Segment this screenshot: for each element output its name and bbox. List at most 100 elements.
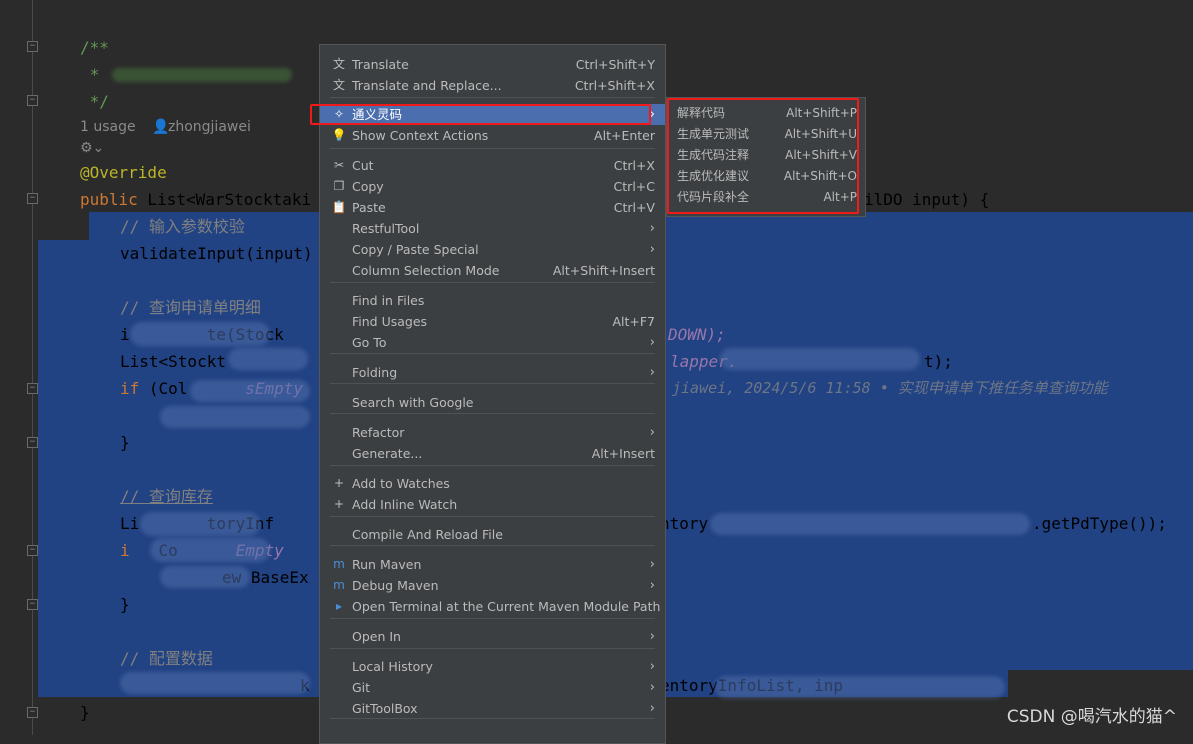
fold-icon[interactable]: −	[27, 193, 38, 204]
menu-item-refactor[interactable]: Refactor ›	[320, 422, 665, 443]
menu-item-label: Find Usages	[352, 314, 428, 329]
menu-item-label: Compile And Reload File	[352, 527, 503, 542]
menu-item-label: GitToolBox	[352, 701, 418, 716]
code-line: DOWN);	[668, 325, 726, 344]
menu-item-open-in[interactable]: Open In ›	[320, 626, 665, 647]
menu-item-git[interactable]: Git ›	[320, 677, 665, 698]
copy-icon: ❐	[333, 179, 345, 193]
menu-item-label: Translate	[352, 57, 409, 72]
blurred-text	[710, 513, 1030, 535]
menu-item-column-selection-mode[interactable]: Column Selection Mode Alt+Shift+Insert	[320, 260, 665, 281]
shortcut-label: Alt+Shift+Insert	[552, 263, 655, 278]
menu-separator	[330, 282, 655, 283]
menu-item-add-inline-watch[interactable]: + Add Inline Watch	[320, 494, 665, 515]
menu-item-gittoolbox[interactable]: GitToolBox ›	[320, 698, 665, 719]
menu-item-open-terminal-at-the-current-maven-module-path[interactable]: ▸ Open Terminal at the Current Maven Modu…	[320, 596, 665, 617]
menu-item-restfultool[interactable]: RestfulTool ›	[320, 218, 665, 239]
fold-icon[interactable]: −	[27, 707, 38, 718]
menu-item-local-history[interactable]: Local History ›	[320, 656, 665, 677]
fold-icon[interactable]: −	[27, 95, 38, 106]
blurred-text	[720, 348, 920, 370]
menu-item-label: Find in Files	[352, 293, 425, 308]
author-icon: 👤	[152, 119, 170, 135]
comment: // 查询申请单明细	[120, 298, 261, 317]
paste-icon: 📋	[331, 200, 347, 214]
menu-item-compile-and-reload-file[interactable]: Compile And Reload File	[320, 524, 665, 545]
fold-icon[interactable]: −	[27, 383, 38, 394]
menu-item-label: Add Inline Watch	[352, 497, 458, 512]
menu-item-generate[interactable]: Generate... Alt+Insert	[320, 443, 665, 464]
menu-item-cut[interactable]: ✂ Cut Ctrl+X	[320, 155, 665, 176]
chevron-right-icon: ›	[649, 425, 655, 440]
menu-item-label: Folding	[352, 365, 398, 380]
comment: // 配置数据	[120, 649, 213, 668]
menu-item-label: Translate and Replace...	[352, 78, 502, 93]
shortcut-label: Ctrl+C	[613, 179, 655, 194]
menu-item-folding[interactable]: Folding ›	[320, 362, 665, 383]
menu-item-label: Debug Maven	[352, 578, 439, 593]
chevron-right-icon: ›	[649, 242, 655, 257]
annotation-box	[667, 98, 859, 214]
menu-item-label: Generate...	[352, 446, 423, 461]
code-text: List<WarStocktaki	[137, 190, 312, 209]
watermark: CSDN @喝汽水的猫^	[1006, 707, 1177, 727]
menu-item-paste[interactable]: 📋 Paste Ctrl+V	[320, 197, 665, 218]
blurred-text	[150, 538, 270, 562]
menu-item-translate-and-replace[interactable]: 文 Translate and Replace... Ctrl+Shift+X	[320, 75, 665, 96]
comment: // 查询库存	[120, 487, 213, 506]
menu-item-label: Run Maven	[352, 557, 422, 572]
menu-item-add-to-watches[interactable]: + Add to Watches	[320, 473, 665, 494]
blurred-text	[160, 406, 310, 428]
menu-item-run-maven[interactable]: m Run Maven ›	[320, 554, 665, 575]
menu-item-label: Paste	[352, 200, 386, 215]
comment: // 输入参数校验	[120, 217, 245, 236]
chevron-right-icon: ›	[649, 557, 655, 572]
menu-item-label: Column Selection Mode	[352, 263, 500, 278]
menu-item-go-to[interactable]: Go To ›	[320, 332, 665, 353]
fold-icon[interactable]: −	[27, 437, 38, 448]
menu-item-label: Show Context Actions	[352, 128, 489, 143]
menu-separator	[330, 618, 655, 619]
chevron-right-icon: ›	[649, 629, 655, 644]
maven-run-icon: m	[333, 557, 345, 571]
code-text: Li	[120, 514, 140, 533]
menu-item-copy-paste-special[interactable]: Copy / Paste Special ›	[320, 239, 665, 260]
code-line: @Override	[80, 163, 167, 182]
menu-separator	[330, 383, 655, 384]
menu-item-label: Copy	[352, 179, 384, 194]
usage-hint[interactable]: 1 usage	[80, 119, 136, 135]
add-inline-watch-icon: +	[333, 497, 345, 511]
menu-item-debug-maven[interactable]: m Debug Maven ›	[320, 575, 665, 596]
chevron-right-icon: ›	[649, 365, 655, 380]
chevron-right-icon: ›	[649, 659, 655, 674]
fold-icon[interactable]: −	[27, 545, 38, 556]
keyword: if	[120, 379, 140, 398]
menu-item-find-in-files[interactable]: Find in Files	[320, 290, 665, 311]
menu-item-search-with-google[interactable]: Search with Google	[320, 392, 665, 413]
menu-item-translate[interactable]: 文 Translate Ctrl+Shift+Y	[320, 54, 665, 75]
blurred-text	[228, 348, 308, 370]
fold-icon[interactable]: −	[27, 41, 38, 52]
menu-item-label: Local History	[352, 659, 433, 674]
keyword: public	[80, 190, 138, 209]
code-line: public List<WarStocktaki	[80, 186, 311, 213]
menu-item-find-usages[interactable]: Find Usages Alt+F7	[320, 311, 665, 332]
author-hint[interactable]: zhongjiawei	[168, 119, 251, 135]
code-line: }	[120, 595, 130, 614]
maven-debug-icon: m	[333, 578, 345, 592]
translate-replace-icon: 文	[332, 78, 345, 92]
menu-separator	[330, 353, 655, 354]
menu-item-label: Add to Watches	[352, 476, 450, 491]
gutter-line	[32, 0, 33, 735]
menu-item-copy[interactable]: ❐ Copy Ctrl+C	[320, 176, 665, 197]
fold-icon[interactable]: −	[27, 599, 38, 610]
ai-gear-icon[interactable]: ⚙⌄	[80, 140, 104, 156]
code-line: /**	[80, 38, 109, 57]
annotation-box	[310, 104, 651, 125]
chevron-right-icon: ›	[649, 335, 655, 350]
menu-item-show-context-actions[interactable]: 💡 Show Context Actions Alt+Enter	[320, 125, 665, 146]
blurred-text	[140, 512, 260, 536]
blurred-text	[112, 68, 292, 82]
shortcut-label: Alt+Enter	[594, 128, 655, 143]
maven-terminal-icon: ▸	[335, 599, 343, 613]
